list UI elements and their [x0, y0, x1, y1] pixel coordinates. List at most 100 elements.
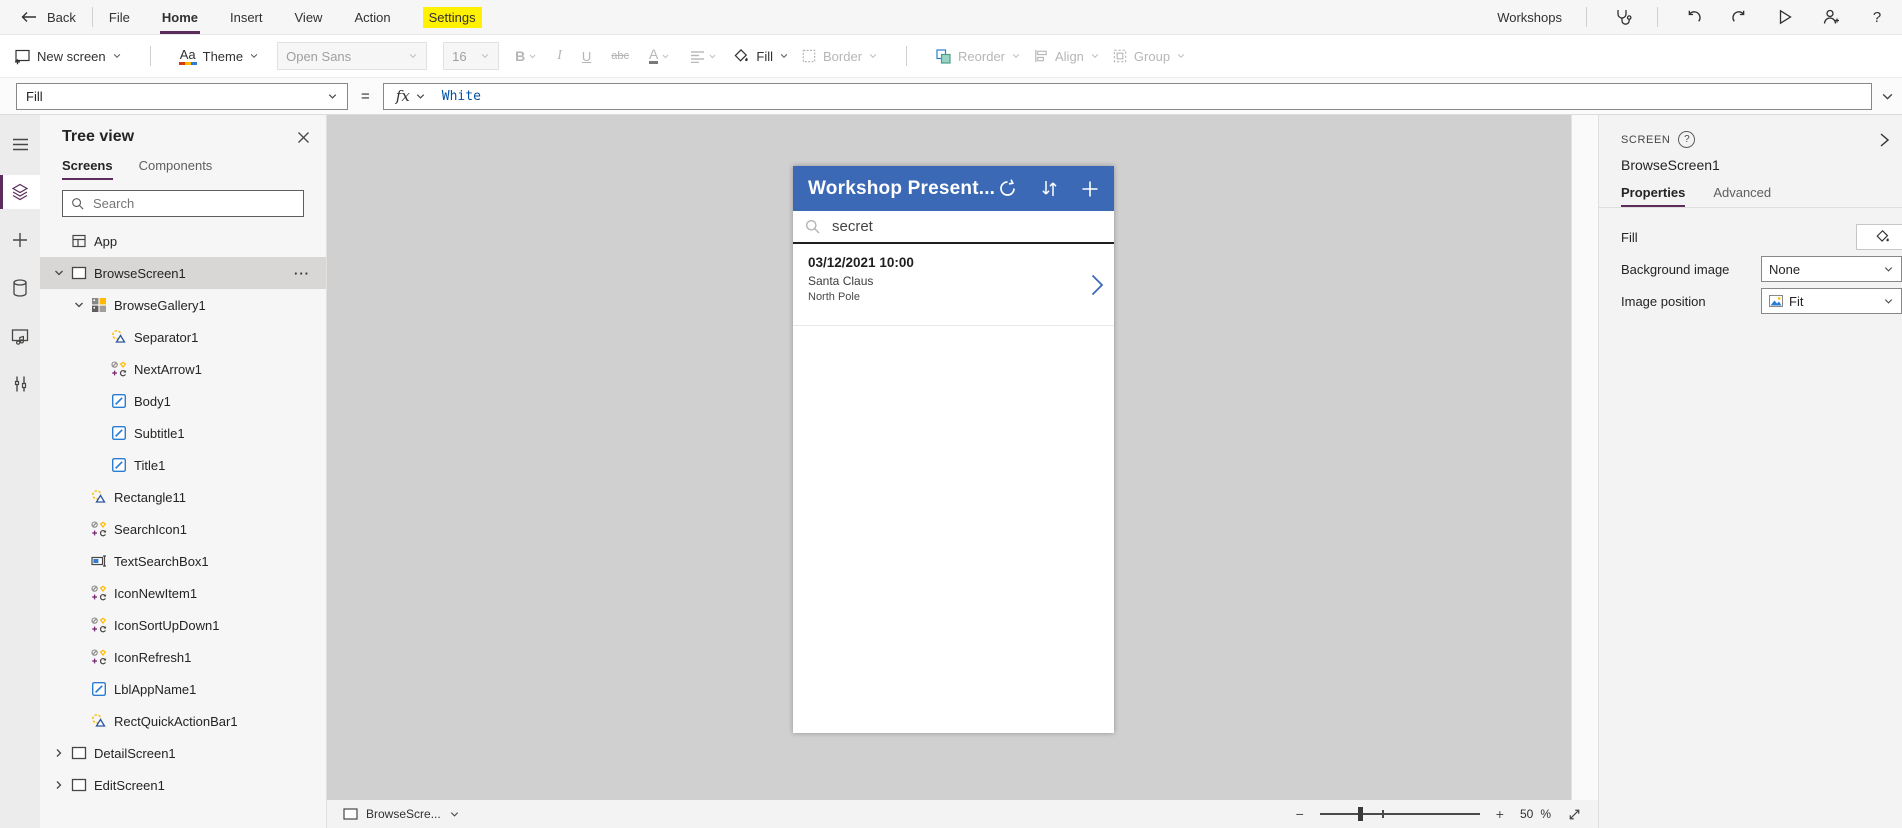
phone-search-box[interactable] — [793, 211, 1114, 244]
more-options-button[interactable]: ··· — [294, 266, 326, 281]
refresh-icon[interactable] — [997, 178, 1018, 199]
zoom-slider-handle[interactable] — [1358, 807, 1364, 821]
next-arrow-icon[interactable] — [1091, 274, 1104, 296]
tree-item-NextArrow1[interactable]: NextArrow1 — [40, 353, 326, 385]
tree-item-Title1[interactable]: Title1 — [40, 449, 326, 481]
reorder-icon — [936, 48, 951, 64]
close-icon[interactable] — [297, 131, 310, 144]
redo-icon[interactable] — [1728, 6, 1750, 28]
iconset-icon — [91, 585, 112, 601]
vertical-scrollbar[interactable] — [1571, 115, 1598, 800]
tree-item-DetailScreen1[interactable]: DetailScreen1 — [40, 737, 326, 769]
chevron-down-icon[interactable] — [415, 91, 426, 102]
tree-search-box[interactable] — [62, 190, 304, 217]
fit-to-window-icon[interactable] — [1567, 807, 1582, 822]
fx-label[interactable]: fx — [384, 87, 415, 105]
underline-label: U — [581, 48, 592, 64]
tab-advanced[interactable]: Advanced — [1713, 185, 1771, 207]
app-checker-icon[interactable] — [1611, 6, 1633, 28]
phone-header-bar[interactable]: Workshop Present... — [793, 166, 1114, 211]
undo-icon[interactable] — [1682, 6, 1704, 28]
preview-play-icon[interactable] — [1774, 6, 1796, 28]
app-title-label[interactable]: Workshop Present... — [808, 178, 995, 200]
menu-item-file[interactable]: File — [109, 1, 130, 34]
chevron-down-icon — [1012, 53, 1020, 59]
tree-item-RectQuickActionBar1[interactable]: RectQuickActionBar1 — [40, 705, 326, 737]
border-button[interactable]: Border — [801, 48, 878, 64]
add-new-item-icon[interactable] — [1081, 180, 1099, 198]
chevron-right-icon[interactable] — [53, 747, 71, 759]
menu-item-view[interactable]: View — [295, 1, 323, 34]
help-circle-icon[interactable]: ? — [1678, 131, 1696, 148]
theme-button[interactable]: Aa Theme — [178, 48, 259, 65]
chevron-right-icon[interactable] — [53, 779, 71, 791]
search-input[interactable] — [91, 195, 275, 212]
zoom-in-button[interactable]: + — [1496, 806, 1504, 822]
zoom-slider[interactable] — [1319, 807, 1480, 821]
hamburger-menu-icon[interactable] — [0, 127, 40, 161]
chevron-down-icon — [1882, 93, 1892, 100]
screen-selector[interactable]: BrowseScre... — [343, 807, 460, 821]
fill-button[interactable]: Fill — [733, 48, 789, 65]
reorder-button[interactable]: Reorder — [935, 48, 1021, 65]
menu-item-settings[interactable]: Settings — [422, 6, 482, 28]
tree-item-BrowseGallery1[interactable]: BrowseGallery1 — [40, 289, 326, 321]
chevron-down-icon[interactable] — [53, 267, 71, 279]
tree-item-IconNewItem1[interactable]: IconNewItem1 — [40, 577, 326, 609]
property-selector[interactable]: Fill — [16, 82, 348, 110]
data-sources-icon[interactable] — [0, 271, 40, 305]
insert-plus-icon[interactable] — [0, 223, 40, 257]
image-position-dropdown[interactable]: Fit — [1761, 288, 1902, 314]
formula-input-area[interactable]: fx White — [382, 82, 1872, 110]
design-canvas[interactable]: Workshop Present... 03/ — [327, 115, 1571, 800]
tree-item-IconRefresh1[interactable]: IconRefresh1 — [40, 641, 326, 673]
tree-item-IconSortUpDown1[interactable]: IconSortUpDown1 — [40, 609, 326, 641]
phone-screen-preview[interactable]: Workshop Present... 03/ — [793, 166, 1114, 733]
group-button[interactable]: Group — [1112, 48, 1186, 64]
tree-item-Separator1[interactable]: Separator1 — [40, 321, 326, 353]
sort-up-down-icon[interactable] — [1041, 179, 1058, 198]
background-image-dropdown[interactable]: None — [1761, 256, 1902, 282]
environment-label[interactable]: Workshops — [1497, 10, 1562, 25]
font-color-button[interactable]: A — [645, 47, 674, 64]
advanced-tools-icon[interactable] — [0, 367, 40, 401]
phone-search-input[interactable] — [830, 217, 1034, 236]
italic-button[interactable]: I — [553, 48, 566, 64]
strikethrough-button[interactable]: abc — [607, 50, 633, 62]
tree-item-BrowseScreen1[interactable]: BrowseScreen1 ··· — [40, 257, 326, 289]
text-align-button[interactable] — [686, 50, 721, 63]
back-button[interactable]: Back — [18, 6, 76, 28]
tree-item-Body1[interactable]: Body1 — [40, 385, 326, 417]
media-icon[interactable] — [0, 319, 40, 353]
menu-item-action[interactable]: Action — [354, 1, 390, 34]
help-icon[interactable]: ? — [1866, 6, 1888, 28]
formula-value[interactable]: White — [442, 89, 481, 104]
tree-item-App[interactable]: App — [40, 225, 326, 257]
new-screen-button[interactable]: New screen — [14, 48, 122, 65]
font-family-select[interactable]: Open Sans — [277, 42, 428, 70]
bold-label: B — [515, 48, 526, 64]
share-person-icon[interactable] — [1820, 6, 1842, 28]
tree-item-Subtitle1[interactable]: Subtitle1 — [40, 417, 326, 449]
tree-item-EditScreen1[interactable]: EditScreen1 — [40, 769, 326, 801]
zoom-out-button[interactable]: − — [1296, 806, 1304, 822]
tab-screens[interactable]: Screens — [62, 158, 113, 180]
font-size-select[interactable]: 16 — [443, 42, 500, 70]
chevron-down-icon[interactable] — [73, 299, 91, 311]
expand-formula-bar-button[interactable] — [1872, 90, 1902, 103]
tab-properties[interactable]: Properties — [1621, 185, 1686, 207]
tab-components[interactable]: Components — [139, 158, 213, 180]
collapse-panel-icon[interactable] — [1879, 132, 1890, 148]
tree-item-TextSearchBox1[interactable]: TextSearchBox1 — [40, 545, 326, 577]
tree-item-Rectangle11[interactable]: Rectangle11 — [40, 481, 326, 513]
tree-view-icon[interactable] — [0, 175, 40, 209]
bold-button[interactable]: B — [511, 48, 541, 64]
fill-color-button[interactable] — [1856, 224, 1902, 250]
tree-item-SearchIcon1[interactable]: SearchIcon1 — [40, 513, 326, 545]
gallery-list-item[interactable]: 03/12/2021 10:00 Santa Claus North Pole — [793, 244, 1114, 326]
menu-item-home[interactable]: Home — [159, 1, 201, 34]
underline-button[interactable]: U — [578, 49, 595, 64]
menu-item-insert[interactable]: Insert — [230, 1, 263, 34]
tree-item-LblAppName1[interactable]: LblAppName1 — [40, 673, 326, 705]
align-button[interactable]: Align — [1033, 48, 1100, 64]
